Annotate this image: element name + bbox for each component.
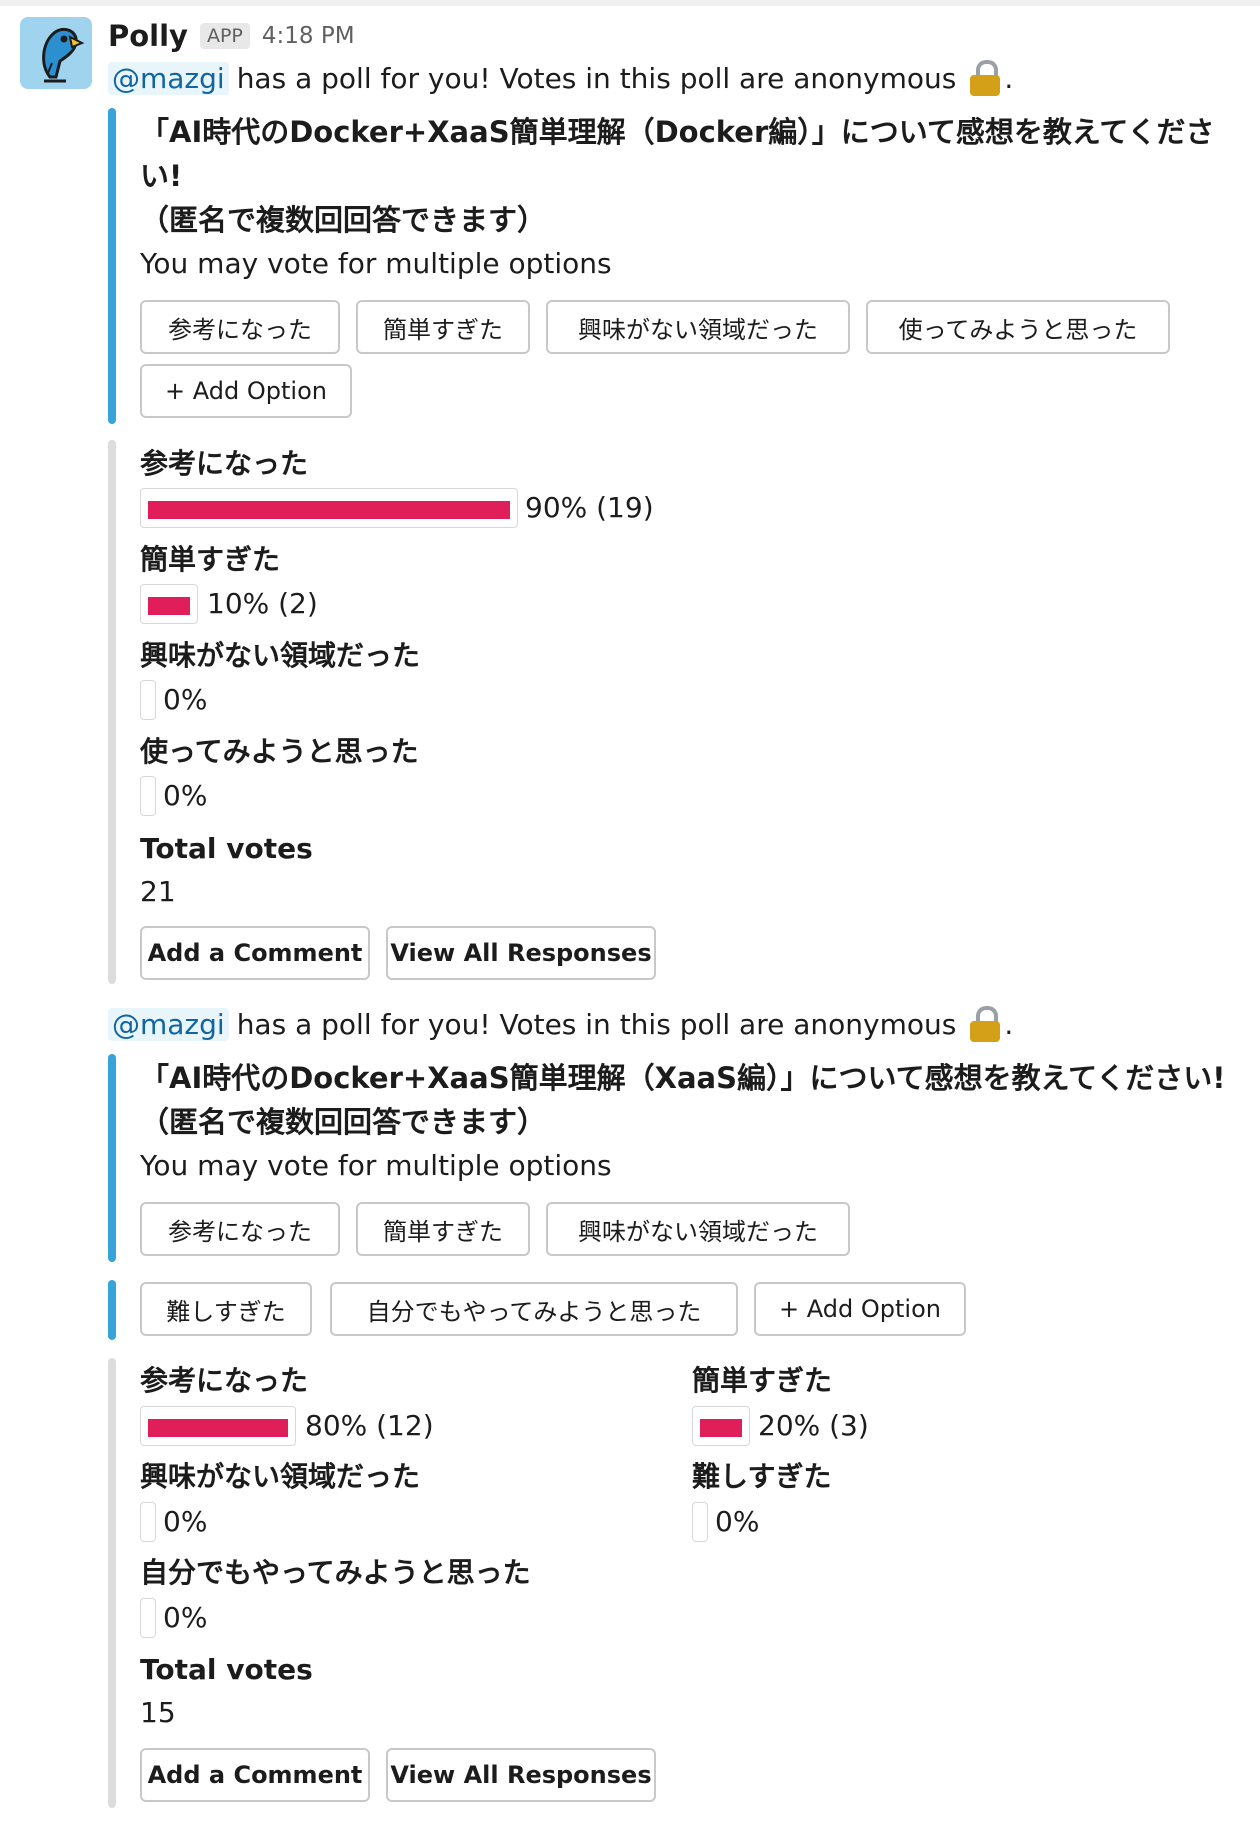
poll-intro-text: has a poll for you! Votes in this poll a…: [236, 1007, 957, 1041]
parrot-avatar-icon[interactable]: [20, 17, 92, 89]
poll-intro-text: has a poll for you! Votes in this poll a…: [236, 61, 957, 95]
vote-option-button[interactable]: 参考になった: [140, 300, 340, 354]
result-percentage: 0%: [715, 1505, 760, 1538]
result-percentage: 0%: [163, 1601, 208, 1634]
result-percentage: 90% (19): [525, 491, 654, 524]
result-bar-fill: [700, 1419, 742, 1437]
result-percentage: 10% (2): [207, 587, 318, 620]
lock-icon: [970, 1006, 1001, 1042]
sender-name[interactable]: Polly: [108, 19, 188, 53]
result-percentage: 20% (3): [758, 1409, 869, 1442]
result-bar-fill: [148, 597, 190, 615]
result-bar: [140, 584, 198, 624]
poll-question-line: 「AI時代のDocker+XaaS簡単理解（XaaS編）」について感想を教えてく…: [140, 1061, 1226, 1095]
vote-option-button[interactable]: 自分でもやってみようと思った: [330, 1282, 738, 1336]
result-option-label: 簡単すぎた: [140, 543, 281, 576]
view-all-responses-button[interactable]: View All Responses: [386, 926, 656, 980]
top-divider: [0, 0, 1260, 6]
result-option-label: 自分でもやってみようと思った: [140, 1556, 531, 1589]
result-option-label: 参考になった: [140, 1364, 309, 1397]
poll-question-line: （匿名で複数回回答できます）: [140, 1105, 547, 1139]
result-option-label: 興味がない領域だった: [140, 1460, 421, 1493]
vote-option-button[interactable]: 使ってみようと思った: [866, 300, 1170, 354]
poll-results-accent-bar: [108, 440, 116, 984]
user-mention[interactable]: @mazgi: [108, 61, 229, 95]
vote-option-button[interactable]: 興味がない領域だった: [546, 1202, 850, 1256]
vote-option-button[interactable]: 興味がない領域だった: [546, 300, 850, 354]
poll-question-line: （匿名で複数回回答できます）: [140, 203, 547, 237]
poll-question-accent-bar: [108, 108, 116, 424]
result-bar: [140, 680, 156, 720]
result-bar: [140, 1502, 156, 1542]
vote-option-button[interactable]: 簡単すぎた: [356, 1202, 530, 1256]
result-percentage: 0%: [163, 683, 208, 716]
result-percentage: 80% (12): [305, 1409, 434, 1442]
poll-question-line: 「AI時代のDocker+XaaS簡単理解（Docker編）」について感想を教え…: [140, 115, 1215, 149]
vote-option-button[interactable]: 簡単すぎた: [356, 300, 530, 354]
poll-subtitle: You may vote for multiple options: [140, 247, 612, 280]
poll-intro: @mazgi has a poll for you! Votes in this…: [108, 1002, 1013, 1046]
add-option-button[interactable]: + Add Option: [754, 1282, 966, 1336]
total-votes-count: 21: [140, 875, 176, 908]
lock-icon: [970, 60, 1001, 96]
vote-option-button[interactable]: 難しすぎた: [140, 1282, 312, 1336]
message-header: Polly APP 4:18 PM: [108, 14, 355, 58]
message-timestamp[interactable]: 4:18 PM: [262, 23, 355, 49]
result-bar: [140, 776, 156, 816]
poll-results-accent-bar: [108, 1358, 116, 1808]
result-bar-fill: [148, 1419, 288, 1437]
result-option-label: 難しすぎた: [692, 1460, 832, 1493]
result-option-label: 簡単すぎた: [692, 1364, 833, 1397]
result-bar: [140, 1598, 156, 1638]
poll-question-accent-bar: [108, 1054, 116, 1262]
result-percentage: 0%: [163, 779, 208, 812]
add-option-button[interactable]: + Add Option: [140, 364, 352, 418]
result-percentage: 0%: [163, 1505, 208, 1538]
result-option-label: 使ってみようと思った: [140, 735, 419, 768]
result-bar-fill: [148, 501, 510, 519]
result-bar: [692, 1406, 750, 1446]
total-votes-count: 15: [140, 1696, 176, 1729]
poll-intro: @mazgi has a poll for you! Votes in this…: [108, 56, 1013, 100]
poll-question: 「AI時代のDocker+XaaS簡単理解（XaaS編）」について感想を教えてく…: [140, 1056, 1226, 1144]
view-all-responses-button[interactable]: View All Responses: [386, 1748, 656, 1802]
poll-subtitle: You may vote for multiple options: [140, 1149, 612, 1182]
poll-question: 「AI時代のDocker+XaaS簡単理解（Docker編）」について感想を教え…: [140, 110, 1215, 242]
result-bar: [692, 1502, 708, 1542]
poll-question-line: い!: [140, 159, 183, 193]
result-option-label: 参考になった: [140, 447, 309, 480]
total-votes-label: Total votes: [140, 1653, 313, 1686]
total-votes-label: Total votes: [140, 832, 313, 865]
result-option-label: 興味がない領域だった: [140, 639, 421, 672]
add-comment-button[interactable]: Add a Comment: [140, 1748, 370, 1802]
add-comment-button[interactable]: Add a Comment: [140, 926, 370, 980]
app-badge: APP: [199, 23, 250, 49]
result-bar: [140, 488, 518, 528]
vote-option-button[interactable]: 参考になった: [140, 1202, 340, 1256]
user-mention[interactable]: @mazgi: [108, 1007, 229, 1041]
result-bar: [140, 1406, 296, 1446]
poll-options-accent-bar: [108, 1280, 116, 1340]
